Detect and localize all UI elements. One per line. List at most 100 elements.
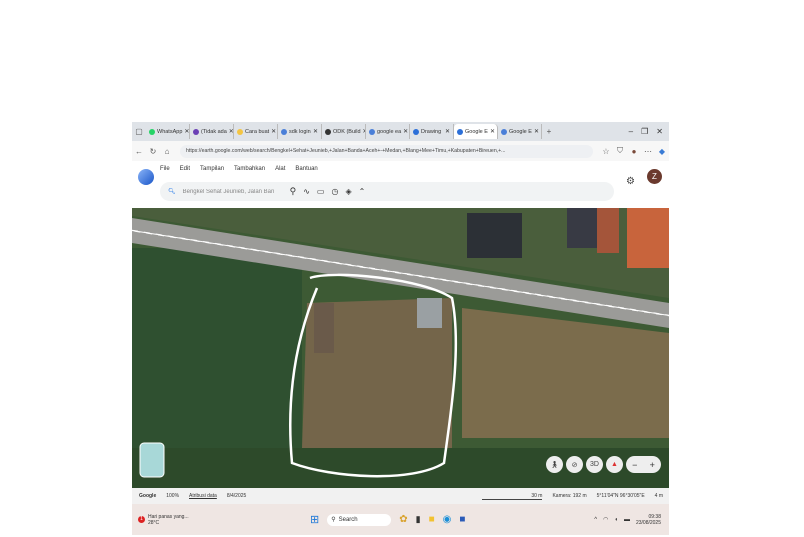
close-tab-icon[interactable]: ✕ bbox=[534, 128, 539, 135]
browser-tab[interactable]: google ea ✕ bbox=[366, 124, 410, 139]
tray-chevron-icon[interactable]: ^ bbox=[594, 517, 597, 523]
browser-tab[interactable]: ODK (Build✕ bbox=[322, 124, 366, 139]
tab-favicon-icon bbox=[193, 128, 199, 135]
placemark-icon[interactable]: ⚲ bbox=[290, 186, 297, 197]
camera-altitude: Kamera: 192 m bbox=[552, 493, 587, 499]
menu-item[interactable]: Alat bbox=[275, 166, 285, 172]
file-explorer-icon[interactable]: ■ bbox=[429, 514, 435, 525]
browser-tab[interactable]: sdk login ✕ bbox=[278, 124, 322, 139]
word-icon[interactable]: ■ bbox=[459, 514, 465, 525]
tab-favicon-icon bbox=[149, 128, 155, 135]
minimize-button[interactable]: – bbox=[629, 127, 633, 136]
start-icon[interactable]: ⊞ bbox=[310, 513, 319, 526]
tab-label: (Tidak ada bbox=[201, 128, 227, 135]
reload-icon[interactable]: ↻ bbox=[146, 147, 160, 156]
imagery-date: 8/4/2025 bbox=[226, 493, 247, 499]
earth-logo[interactable] bbox=[138, 169, 154, 185]
profile-icon[interactable]: ● bbox=[627, 147, 641, 156]
red-roof bbox=[627, 208, 669, 268]
battery-icon[interactable]: ▬ bbox=[624, 517, 630, 523]
browser-tab[interactable]: WhatsApp ✕ bbox=[146, 124, 190, 139]
earth-toolbar: 🔍︎ Bengkel Sehat Jeunieb, Jalan Ban ⚲ ∿ … bbox=[132, 169, 669, 208]
satellite-map[interactable] bbox=[132, 208, 669, 488]
tab-actions-icon[interactable]: ▢ bbox=[132, 127, 146, 136]
menu-item[interactable]: Edit bbox=[180, 166, 190, 172]
weather-widget[interactable]: 1 Hari panas yang... 28°C bbox=[132, 514, 189, 526]
browser-tab[interactable]: Drawing ✕ bbox=[410, 124, 454, 139]
tab-label: Drawing bbox=[421, 128, 442, 135]
compass-icon[interactable]: ▲ bbox=[606, 456, 623, 473]
settings-icon[interactable]: ⚙ bbox=[626, 176, 635, 187]
close-tab-icon[interactable]: ✕ bbox=[271, 128, 276, 135]
close-tab-icon[interactable]: ✕ bbox=[313, 128, 318, 135]
coordinates: 5°11'04"N 96°30'05"E bbox=[596, 493, 645, 499]
browser-tab[interactable]: Cara buat ✕ bbox=[234, 124, 278, 139]
close-tab-icon[interactable]: ✕ bbox=[445, 128, 450, 135]
back-icon[interactable]: ← bbox=[132, 147, 146, 156]
extensions-icon[interactable]: ⛉ bbox=[613, 146, 627, 156]
search-value: Bengkel Sehat Jeunieb, Jalan Ban bbox=[182, 188, 275, 195]
copilot-icon[interactable]: ◆ bbox=[655, 147, 669, 156]
date: 23/08/2025 bbox=[635, 519, 661, 526]
tab-label: Cara buat bbox=[245, 128, 270, 135]
tab-favicon-icon bbox=[457, 128, 463, 135]
taskbar-search-label: Search bbox=[338, 516, 358, 523]
map-style-thumbnail bbox=[139, 442, 165, 478]
address-bar-row: ← ↻ ⌂ https://earth.google.com/web/searc… bbox=[132, 141, 669, 161]
tab-label: google ea bbox=[377, 128, 402, 135]
restore-button[interactable]: ❐ bbox=[641, 127, 648, 136]
taskbar: 1 Hari panas yang... 28°C ⊞ ⚲ Search ✿ ▮ ■… bbox=[132, 504, 669, 535]
widgets-icon[interactable]: ✿ bbox=[399, 514, 407, 525]
tab-favicon-icon bbox=[281, 128, 287, 135]
tab-favicon-icon bbox=[501, 128, 507, 135]
new-tab-button[interactable]: + bbox=[542, 127, 556, 136]
close-window-button[interactable]: ✕ bbox=[656, 127, 663, 136]
menu-item[interactable]: File bbox=[160, 166, 170, 172]
task-view-icon[interactable]: ▮ bbox=[416, 514, 421, 525]
volume-icon[interactable]: ◖ bbox=[614, 517, 618, 523]
collapse-icon[interactable]: ⌃ bbox=[359, 187, 366, 196]
clock[interactable]: 09:38 23/08/2025 bbox=[636, 514, 661, 526]
url-field[interactable]: https://earth.google.com/web/search/Beng… bbox=[180, 144, 593, 158]
browser-tab[interactable]: Google E ✕ bbox=[498, 124, 542, 139]
elevation: 4 m bbox=[654, 493, 663, 499]
search-input[interactable]: 🔍︎ Bengkel Sehat Jeunieb, Jalan Ban ⚲ ∿ … bbox=[160, 182, 614, 201]
edge-icon[interactable]: ◉ bbox=[443, 514, 452, 525]
wifi-icon[interactable]: ◠ bbox=[603, 516, 608, 523]
tab-favicon-icon bbox=[369, 128, 375, 135]
menu-item[interactable]: Bantuan bbox=[295, 166, 317, 172]
home-icon[interactable]: ⌂ bbox=[160, 147, 174, 156]
more-icon[interactable]: ⋯ bbox=[641, 147, 655, 156]
tab-label: sdk login bbox=[289, 128, 311, 135]
layers-icon[interactable]: ◈ bbox=[345, 187, 351, 196]
avatar[interactable]: Z bbox=[647, 169, 662, 184]
tab-favicon-icon bbox=[325, 128, 331, 135]
search-icon: ⚲ bbox=[331, 517, 336, 523]
url-text: https://earth.google.com/web/search/Beng… bbox=[186, 148, 506, 154]
zoom-in-button[interactable]: + bbox=[650, 460, 655, 470]
measure-icon[interactable]: ▭ bbox=[317, 187, 325, 196]
close-tab-icon[interactable]: ✕ bbox=[490, 128, 495, 135]
tab-label: Google E bbox=[509, 128, 532, 135]
menu-item[interactable]: Tambahkan bbox=[234, 166, 265, 172]
tab-bar: ▢ WhatsApp ✕ (Tidak ada ✕ Cara buat ✕ sdk logi… bbox=[132, 122, 669, 141]
zoom-controls: − + bbox=[626, 456, 661, 473]
close-tab-icon[interactable]: ✕ bbox=[403, 128, 408, 135]
notification-badge: 1 bbox=[138, 516, 145, 523]
browser-tab[interactable]: Google E ✕ bbox=[454, 124, 498, 139]
compass-off-button[interactable]: ⊘ bbox=[566, 456, 583, 473]
street-view-pegman-button[interactable]: 🚶︎ bbox=[546, 456, 563, 473]
historical-icon[interactable]: ◷ bbox=[331, 187, 338, 196]
favorite-icon[interactable]: ☆ bbox=[599, 147, 613, 156]
taskbar-search[interactable]: ⚲ Search bbox=[327, 513, 392, 526]
browser-tab[interactable]: (Tidak ada ✕ bbox=[190, 124, 234, 139]
tab-label: Google E bbox=[465, 128, 488, 135]
google-logo: Google bbox=[139, 493, 157, 499]
path-icon[interactable]: ∿ bbox=[303, 187, 310, 196]
menu-item[interactable]: Tampilan bbox=[200, 166, 224, 172]
3d-toggle-button[interactable]: 3D bbox=[586, 456, 603, 473]
attribution-link[interactable]: Atribusi data bbox=[189, 493, 217, 499]
zoom-out-button[interactable]: − bbox=[632, 460, 637, 470]
close-tab-icon[interactable]: ✕ bbox=[184, 128, 189, 135]
menu-bar: File Edit Tampilan Tambahkan Alat Bantuan bbox=[132, 161, 669, 177]
